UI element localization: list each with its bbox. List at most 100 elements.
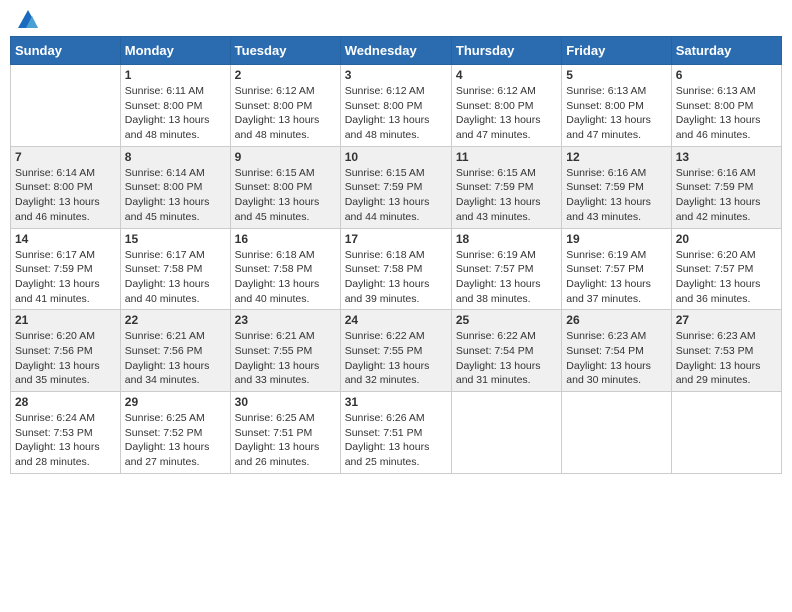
day-info: Sunrise: 6:14 AM Sunset: 8:00 PM Dayligh… [15, 166, 116, 225]
day-info: Sunrise: 6:12 AM Sunset: 8:00 PM Dayligh… [345, 84, 447, 143]
day-info: Sunrise: 6:15 AM Sunset: 8:00 PM Dayligh… [235, 166, 336, 225]
day-info: Sunrise: 6:12 AM Sunset: 8:00 PM Dayligh… [456, 84, 557, 143]
day-number: 4 [456, 68, 557, 82]
day-number: 14 [15, 232, 116, 246]
weekday-header: Wednesday [340, 37, 451, 65]
calendar-cell: 27 Sunrise: 6:23 AM Sunset: 7:53 PM Dayl… [671, 310, 781, 392]
day-info: Sunrise: 6:15 AM Sunset: 7:59 PM Dayligh… [345, 166, 447, 225]
calendar-cell: 10 Sunrise: 6:15 AM Sunset: 7:59 PM Dayl… [340, 146, 451, 228]
calendar-cell: 23 Sunrise: 6:21 AM Sunset: 7:55 PM Dayl… [230, 310, 340, 392]
weekday-header: Friday [562, 37, 671, 65]
calendar-cell: 2 Sunrise: 6:12 AM Sunset: 8:00 PM Dayli… [230, 65, 340, 147]
day-info: Sunrise: 6:18 AM Sunset: 7:58 PM Dayligh… [345, 248, 447, 307]
day-info: Sunrise: 6:18 AM Sunset: 7:58 PM Dayligh… [235, 248, 336, 307]
day-number: 21 [15, 313, 116, 327]
day-number: 25 [456, 313, 557, 327]
calendar-cell: 16 Sunrise: 6:18 AM Sunset: 7:58 PM Dayl… [230, 228, 340, 310]
weekday-header: Tuesday [230, 37, 340, 65]
weekday-header: Saturday [671, 37, 781, 65]
page-header [10, 10, 782, 28]
calendar-cell: 21 Sunrise: 6:20 AM Sunset: 7:56 PM Dayl… [11, 310, 121, 392]
day-info: Sunrise: 6:16 AM Sunset: 7:59 PM Dayligh… [566, 166, 666, 225]
day-number: 6 [676, 68, 777, 82]
day-info: Sunrise: 6:20 AM Sunset: 7:56 PM Dayligh… [15, 329, 116, 388]
logo-icon [18, 10, 38, 28]
calendar-cell: 28 Sunrise: 6:24 AM Sunset: 7:53 PM Dayl… [11, 392, 121, 474]
calendar-week-row: 14 Sunrise: 6:17 AM Sunset: 7:59 PM Dayl… [11, 228, 782, 310]
weekday-header: Thursday [451, 37, 561, 65]
day-number: 8 [125, 150, 226, 164]
day-info: Sunrise: 6:17 AM Sunset: 7:59 PM Dayligh… [15, 248, 116, 307]
calendar-cell: 31 Sunrise: 6:26 AM Sunset: 7:51 PM Dayl… [340, 392, 451, 474]
calendar-cell: 30 Sunrise: 6:25 AM Sunset: 7:51 PM Dayl… [230, 392, 340, 474]
day-number: 9 [235, 150, 336, 164]
day-info: Sunrise: 6:23 AM Sunset: 7:54 PM Dayligh… [566, 329, 666, 388]
day-number: 7 [15, 150, 116, 164]
calendar-cell: 13 Sunrise: 6:16 AM Sunset: 7:59 PM Dayl… [671, 146, 781, 228]
day-info: Sunrise: 6:25 AM Sunset: 7:51 PM Dayligh… [235, 411, 336, 470]
day-info: Sunrise: 6:23 AM Sunset: 7:53 PM Dayligh… [676, 329, 777, 388]
day-number: 17 [345, 232, 447, 246]
day-info: Sunrise: 6:13 AM Sunset: 8:00 PM Dayligh… [676, 84, 777, 143]
day-number: 19 [566, 232, 666, 246]
day-info: Sunrise: 6:16 AM Sunset: 7:59 PM Dayligh… [676, 166, 777, 225]
day-number: 16 [235, 232, 336, 246]
day-info: Sunrise: 6:12 AM Sunset: 8:00 PM Dayligh… [235, 84, 336, 143]
calendar-table: SundayMondayTuesdayWednesdayThursdayFrid… [10, 36, 782, 474]
day-number: 29 [125, 395, 226, 409]
day-number: 27 [676, 313, 777, 327]
calendar-cell: 6 Sunrise: 6:13 AM Sunset: 8:00 PM Dayli… [671, 65, 781, 147]
day-number: 30 [235, 395, 336, 409]
calendar-week-row: 7 Sunrise: 6:14 AM Sunset: 8:00 PM Dayli… [11, 146, 782, 228]
calendar-cell: 22 Sunrise: 6:21 AM Sunset: 7:56 PM Dayl… [120, 310, 230, 392]
calendar-cell: 7 Sunrise: 6:14 AM Sunset: 8:00 PM Dayli… [11, 146, 121, 228]
calendar-cell: 20 Sunrise: 6:20 AM Sunset: 7:57 PM Dayl… [671, 228, 781, 310]
calendar-cell: 11 Sunrise: 6:15 AM Sunset: 7:59 PM Dayl… [451, 146, 561, 228]
calendar-cell: 3 Sunrise: 6:12 AM Sunset: 8:00 PM Dayli… [340, 65, 451, 147]
day-info: Sunrise: 6:17 AM Sunset: 7:58 PM Dayligh… [125, 248, 226, 307]
day-number: 11 [456, 150, 557, 164]
day-info: Sunrise: 6:15 AM Sunset: 7:59 PM Dayligh… [456, 166, 557, 225]
calendar-week-row: 21 Sunrise: 6:20 AM Sunset: 7:56 PM Dayl… [11, 310, 782, 392]
calendar-cell: 24 Sunrise: 6:22 AM Sunset: 7:55 PM Dayl… [340, 310, 451, 392]
day-number: 15 [125, 232, 226, 246]
day-number: 5 [566, 68, 666, 82]
day-info: Sunrise: 6:21 AM Sunset: 7:56 PM Dayligh… [125, 329, 226, 388]
calendar-cell: 12 Sunrise: 6:16 AM Sunset: 7:59 PM Dayl… [562, 146, 671, 228]
calendar-cell: 15 Sunrise: 6:17 AM Sunset: 7:58 PM Dayl… [120, 228, 230, 310]
calendar-cell: 14 Sunrise: 6:17 AM Sunset: 7:59 PM Dayl… [11, 228, 121, 310]
calendar-cell: 25 Sunrise: 6:22 AM Sunset: 7:54 PM Dayl… [451, 310, 561, 392]
calendar-cell: 18 Sunrise: 6:19 AM Sunset: 7:57 PM Dayl… [451, 228, 561, 310]
calendar-week-row: 28 Sunrise: 6:24 AM Sunset: 7:53 PM Dayl… [11, 392, 782, 474]
day-number: 13 [676, 150, 777, 164]
day-number: 20 [676, 232, 777, 246]
day-info: Sunrise: 6:19 AM Sunset: 7:57 PM Dayligh… [566, 248, 666, 307]
calendar-cell: 8 Sunrise: 6:14 AM Sunset: 8:00 PM Dayli… [120, 146, 230, 228]
calendar-cell: 1 Sunrise: 6:11 AM Sunset: 8:00 PM Dayli… [120, 65, 230, 147]
logo [14, 10, 40, 28]
calendar-cell: 29 Sunrise: 6:25 AM Sunset: 7:52 PM Dayl… [120, 392, 230, 474]
day-info: Sunrise: 6:14 AM Sunset: 8:00 PM Dayligh… [125, 166, 226, 225]
day-number: 31 [345, 395, 447, 409]
day-number: 3 [345, 68, 447, 82]
calendar-cell [671, 392, 781, 474]
day-number: 26 [566, 313, 666, 327]
calendar-cell: 26 Sunrise: 6:23 AM Sunset: 7:54 PM Dayl… [562, 310, 671, 392]
weekday-header: Sunday [11, 37, 121, 65]
day-number: 28 [15, 395, 116, 409]
day-number: 24 [345, 313, 447, 327]
day-info: Sunrise: 6:20 AM Sunset: 7:57 PM Dayligh… [676, 248, 777, 307]
day-info: Sunrise: 6:11 AM Sunset: 8:00 PM Dayligh… [125, 84, 226, 143]
weekday-header: Monday [120, 37, 230, 65]
day-number: 12 [566, 150, 666, 164]
day-info: Sunrise: 6:13 AM Sunset: 8:00 PM Dayligh… [566, 84, 666, 143]
calendar-cell: 17 Sunrise: 6:18 AM Sunset: 7:58 PM Dayl… [340, 228, 451, 310]
day-number: 22 [125, 313, 226, 327]
day-info: Sunrise: 6:26 AM Sunset: 7:51 PM Dayligh… [345, 411, 447, 470]
calendar-header-row: SundayMondayTuesdayWednesdayThursdayFrid… [11, 37, 782, 65]
calendar-cell [562, 392, 671, 474]
day-info: Sunrise: 6:22 AM Sunset: 7:54 PM Dayligh… [456, 329, 557, 388]
calendar-week-row: 1 Sunrise: 6:11 AM Sunset: 8:00 PM Dayli… [11, 65, 782, 147]
calendar-cell: 9 Sunrise: 6:15 AM Sunset: 8:00 PM Dayli… [230, 146, 340, 228]
calendar-cell [11, 65, 121, 147]
